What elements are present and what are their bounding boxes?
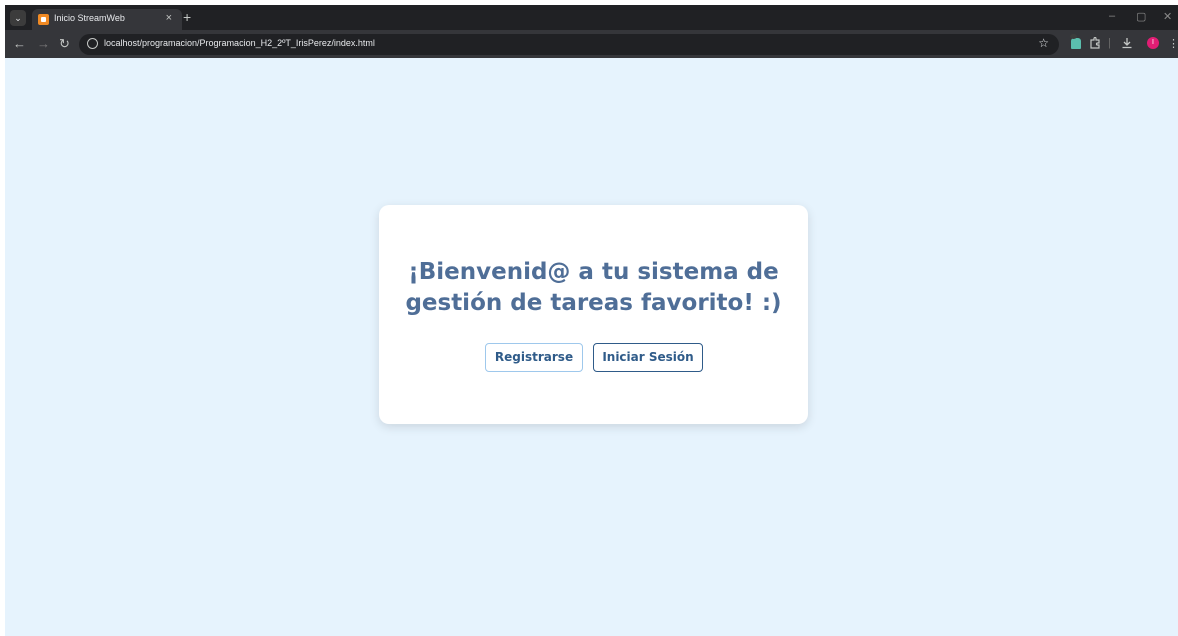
welcome-heading: ¡Bienvenid@ a tu sistema de gestión de t… <box>405 259 782 316</box>
restore-icon[interactable]: ▢ <box>1136 10 1146 23</box>
site-info-icon[interactable] <box>87 38 98 49</box>
new-tab-button[interactable]: + <box>183 8 191 26</box>
page-content: ¡Bienvenid@ a tu sistema de gestión de t… <box>5 58 1178 636</box>
forward-icon[interactable]: → <box>37 36 50 52</box>
tab-strip: ⌄ Inicio StreamWeb × + – ▢ ✕ <box>5 5 1178 30</box>
welcome-card: ¡Bienvenid@ a tu sistema de gestión de t… <box>379 205 808 424</box>
menu-kebab-icon[interactable]: ⋮ <box>1168 37 1178 50</box>
tab-active[interactable]: Inicio StreamWeb × <box>32 9 182 30</box>
tab-title: Inicio StreamWeb <box>54 13 125 23</box>
favicon-icon <box>38 14 49 25</box>
tab-close-icon[interactable]: × <box>166 12 172 24</box>
download-icon[interactable] <box>1121 37 1133 52</box>
tab-search-icon[interactable]: ⌄ <box>10 10 26 26</box>
browser-window: ⌄ Inicio StreamWeb × + – ▢ ✕ ← → ↻ local… <box>5 5 1178 636</box>
url-text[interactable]: localhost/programacion/Programacion_H2_2… <box>104 38 375 48</box>
browser-toolbar: ← → ↻ localhost/programacion/Programacio… <box>5 30 1178 58</box>
toolbar-divider: | <box>1108 37 1111 49</box>
close-window-icon[interactable]: ✕ <box>1163 10 1172 23</box>
back-icon[interactable]: ← <box>13 36 26 52</box>
bookmark-star-icon[interactable]: ☆ <box>1038 36 1049 50</box>
extensions-puzzle-icon[interactable] <box>1089 36 1101 52</box>
extension-icon[interactable] <box>1070 34 1081 49</box>
profile-avatar[interactable]: I <box>1147 37 1159 49</box>
login-button[interactable]: Iniciar Sesión <box>593 343 703 372</box>
minimize-icon[interactable]: – <box>1109 10 1115 22</box>
address-bar[interactable]: localhost/programacion/Programacion_H2_2… <box>79 34 1059 55</box>
reload-icon[interactable]: ↻ <box>59 36 70 52</box>
register-button[interactable]: Registrarse <box>485 343 583 372</box>
